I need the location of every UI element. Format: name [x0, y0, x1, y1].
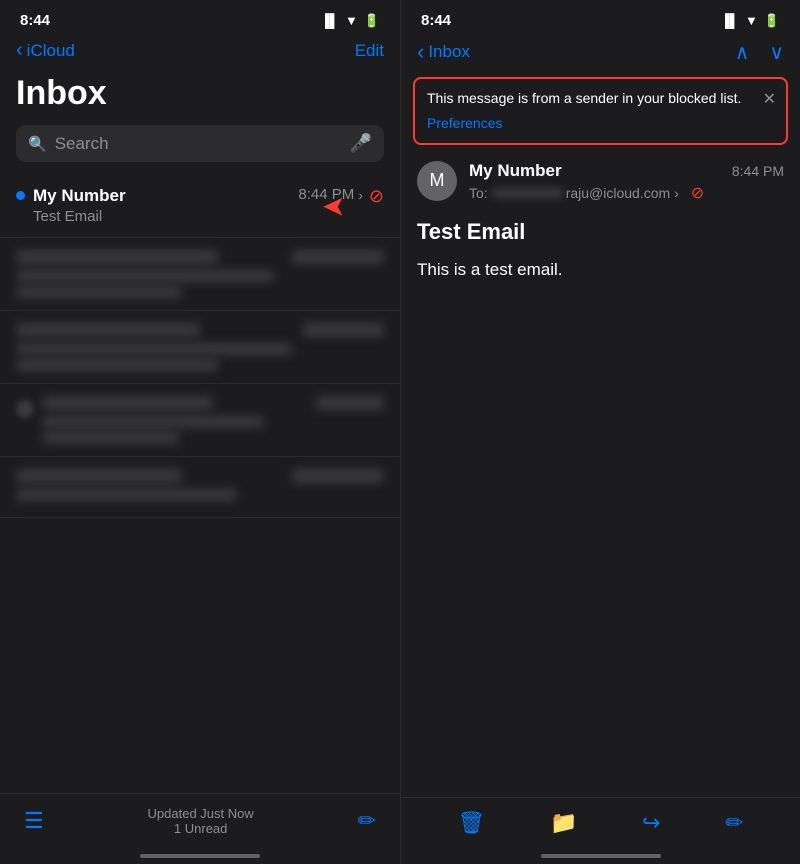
- blurred-row-1[interactable]: [0, 238, 400, 311]
- email-subject-first: Test Email: [33, 208, 290, 225]
- folder-icon[interactable]: 📁: [550, 810, 577, 836]
- email-detail-body: Test Email This is a test email.: [401, 215, 800, 299]
- right-battery-icon: 🔋: [764, 13, 780, 29]
- left-status-bar: 8:44 ▐▌ ▼ 🔋: [0, 0, 400, 35]
- email-sender-first: My Number: [33, 186, 290, 206]
- detail-blocked-icon: ⊘: [691, 183, 704, 203]
- back-button[interactable]: ‹ iCloud: [16, 39, 75, 62]
- signal-icon: ▐▌: [321, 13, 339, 28]
- right-panel: 8:44 ▐▌ ▼ 🔋 ‹ Inbox ∧ ∨ This message is …: [400, 0, 800, 864]
- search-bar[interactable]: 🔍 Search 🎤: [16, 125, 384, 162]
- blurred-row-2[interactable]: [0, 311, 400, 384]
- right-back-chevron-icon: ‹: [417, 39, 424, 65]
- email-detail-header: M My Number 8:44 PM To: raju@icloud.com …: [401, 153, 800, 215]
- blocked-icon-first: ⊘: [369, 186, 384, 207]
- detail-to-address: raju@icloud.com: [566, 185, 670, 201]
- compose-icon[interactable]: ✏: [358, 808, 376, 834]
- updated-text: Updated Just Now: [148, 806, 254, 821]
- to-chevron-icon: ›: [674, 185, 679, 201]
- blocked-banner: This message is from a sender in your bl…: [413, 77, 788, 145]
- right-status-bar: 8:44 ▐▌ ▼ 🔋: [401, 0, 800, 35]
- blurred-row-4[interactable]: [0, 457, 400, 518]
- right-wifi-icon: ▼: [745, 13, 758, 28]
- email-item-first[interactable]: My Number Test Email 8:44 PM › ⊘ ➤: [0, 174, 400, 238]
- search-placeholder: Search: [55, 134, 342, 154]
- right-nav-controls: ∧ ∨: [735, 40, 784, 65]
- back-chevron-icon: ‹: [16, 39, 23, 62]
- email-detail-text: This is a test email.: [417, 257, 784, 283]
- mailbox-icon[interactable]: ☰: [24, 808, 44, 834]
- reply-icon[interactable]: ↩: [642, 810, 660, 836]
- wifi-icon: ▼: [345, 13, 358, 28]
- bottom-center: Updated Just Now 1 Unread: [148, 806, 254, 836]
- left-nav-bar: ‹ iCloud Edit: [0, 35, 400, 70]
- home-indicator-right: [541, 854, 661, 858]
- left-panel: 8:44 ▐▌ ▼ 🔋 ‹ iCloud Edit Inbox 🔍 Search…: [0, 0, 400, 864]
- unread-dot: [16, 191, 25, 200]
- mic-icon: 🎤: [350, 133, 372, 154]
- left-status-icons: ▐▌ ▼ 🔋: [321, 13, 380, 29]
- left-status-time: 8:44: [20, 12, 50, 29]
- blocked-banner-text: This message is from a sender in your bl…: [427, 89, 774, 109]
- battery-icon: 🔋: [364, 13, 380, 29]
- email-chevron-icon: ›: [358, 187, 363, 203]
- detail-to-row: To: raju@icloud.com › ⊘: [469, 183, 784, 203]
- inbox-title: Inbox: [0, 70, 400, 125]
- preferences-link[interactable]: Preferences: [427, 115, 502, 131]
- detail-sender-name: My Number: [469, 161, 562, 181]
- detail-time: 8:44 PM: [732, 163, 784, 179]
- edit-button[interactable]: Edit: [355, 41, 384, 61]
- right-signal-icon: ▐▌: [721, 13, 739, 28]
- search-icon: 🔍: [28, 135, 47, 153]
- unread-count: 1 Unread: [148, 821, 254, 836]
- email-detail-subject: Test Email: [417, 219, 784, 245]
- email-time-first: 8:44 PM ›: [298, 186, 363, 203]
- down-chevron-icon[interactable]: ∨: [769, 40, 784, 65]
- right-status-icons: ▐▌ ▼ 🔋: [721, 13, 780, 29]
- inbox-back-button[interactable]: ‹ Inbox: [417, 39, 470, 65]
- blurred-row-3[interactable]: [0, 384, 400, 457]
- email-detail-meta: My Number 8:44 PM To: raju@icloud.com › …: [469, 161, 784, 203]
- right-nav: ‹ Inbox ∧ ∨: [401, 35, 800, 73]
- email-list: My Number Test Email 8:44 PM › ⊘ ➤: [0, 174, 400, 793]
- back-label: iCloud: [27, 41, 75, 61]
- trash-icon[interactable]: 🗑: [457, 810, 485, 836]
- sender-avatar: M: [417, 161, 457, 201]
- inbox-label: Inbox: [428, 42, 470, 62]
- compose-right-icon[interactable]: ✏: [725, 810, 743, 836]
- detail-sender-row: My Number 8:44 PM: [469, 161, 784, 181]
- banner-close-button[interactable]: ✕: [763, 89, 776, 109]
- email-content-first: My Number Test Email: [33, 186, 290, 225]
- home-indicator-left: [140, 854, 260, 858]
- to-address-blurred: [492, 188, 562, 198]
- up-chevron-icon[interactable]: ∧: [735, 40, 750, 65]
- detail-to-label: To:: [469, 185, 488, 201]
- right-status-time: 8:44: [421, 12, 451, 29]
